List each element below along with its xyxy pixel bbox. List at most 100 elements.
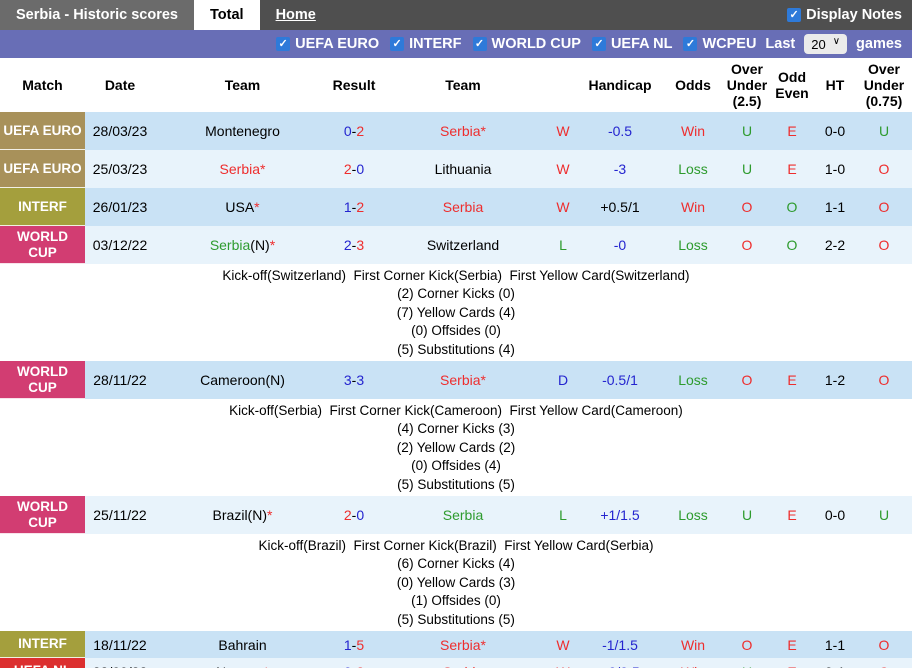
over-under-2-5-value: O: [724, 226, 770, 264]
over-under-2-5-value: O: [724, 188, 770, 226]
competition-filters: ✓UEFA EURO✓INTERF✓WORLD CUP✓UEFA NL✓WCPE…: [276, 36, 756, 52]
filter-bar: ✓UEFA EURO✓INTERF✓WORLD CUP✓UEFA NL✓WCPE…: [0, 30, 912, 58]
away-team: Serbia*: [378, 631, 548, 658]
wdl-result: L: [548, 226, 578, 264]
competition-badge: INTERF: [0, 188, 85, 226]
over-under-0-75-value: O: [856, 361, 912, 399]
odds-result: Loss: [662, 361, 724, 399]
home-team: USA*: [155, 188, 330, 226]
wdl-result: W: [548, 631, 578, 658]
odd-even-value: E: [770, 496, 814, 534]
over-under-0-75-value: U: [856, 496, 912, 534]
wdl-result: D: [548, 361, 578, 399]
odds-result: Loss: [662, 496, 724, 534]
notes-line: (5) Substitutions (5): [0, 476, 912, 494]
over-under-2-5-value: U: [724, 150, 770, 188]
competition-filter-label: UEFA NL: [611, 36, 673, 52]
checkbox-checked-icon[interactable]: ✓: [276, 37, 290, 51]
handicap-value: -0.5/1: [578, 361, 662, 399]
competition-filter-interf[interactable]: ✓INTERF: [390, 36, 461, 52]
competition-filter-wcpeu[interactable]: ✓ WCPEU: [683, 36, 756, 52]
score: 2-0: [330, 496, 378, 534]
notes-header-line: Kick-off(Serbia) First Corner Kick(Camer…: [0, 402, 912, 420]
odd-even-value: E: [770, 658, 814, 668]
match-date: 26/01/23: [85, 188, 155, 226]
checkbox-checked-icon[interactable]: ✓: [787, 8, 801, 22]
checkbox-checked-icon[interactable]: ✓: [390, 37, 404, 51]
header-result: Result: [330, 58, 378, 112]
odd-even-value: E: [770, 150, 814, 188]
over-under-0-75-value: U: [856, 112, 912, 150]
away-team: Serbia: [378, 188, 548, 226]
match-date: 25/03/23: [85, 150, 155, 188]
competition-filter-uefa-euro[interactable]: ✓UEFA EURO: [276, 36, 379, 52]
notes-line: (6) Corner Kicks (4): [0, 555, 912, 573]
header-odd-even: Odd Even: [770, 58, 814, 112]
match-date: 03/12/22: [85, 226, 155, 264]
tab-total[interactable]: Total: [194, 0, 260, 30]
odds-result: Loss: [662, 150, 724, 188]
competition-badge: WORLD CUP: [0, 496, 85, 534]
half-time-score: 2-2: [814, 226, 856, 264]
notes-row: Kick-off(Brazil) First Corner Kick(Brazi…: [0, 534, 912, 631]
header-wdl: [548, 58, 578, 112]
competition-label: INTERF: [0, 631, 85, 658]
page-title-tab: Serbia - Historic scores: [0, 0, 194, 30]
competition-filter-world-cup[interactable]: ✓WORLD CUP: [473, 36, 581, 52]
odds-result: Win: [662, 658, 724, 668]
over-under-0-75-value: O: [856, 226, 912, 264]
competition-filter-label: WCPEU: [702, 36, 756, 52]
match-row: UEFA NL28/09/22Norway*0-2SerbiaW+0/0.5Wi…: [0, 658, 912, 668]
chevron-down-icon: ∨: [833, 37, 840, 47]
wdl-result: W: [548, 658, 578, 668]
games-count-value: 20: [811, 37, 825, 52]
header-match: Match: [0, 58, 85, 112]
odds-result: Loss: [662, 226, 724, 264]
header-team1: Team: [155, 58, 330, 112]
over-under-2-5-value: O: [724, 361, 770, 399]
score: 1-5: [330, 631, 378, 658]
away-team: Serbia: [378, 496, 548, 534]
over-under-0-75-value: O: [856, 631, 912, 658]
away-team: Serbia: [378, 658, 548, 668]
over-under-0-75-value: O: [856, 188, 912, 226]
wdl-result: W: [548, 112, 578, 150]
results-table-body: UEFA EURO28/03/23Montenegro0-2Serbia*W-0…: [0, 112, 912, 668]
odd-even-value: E: [770, 361, 814, 399]
tab-home[interactable]: Home: [260, 0, 332, 30]
notes-header-line: Kick-off(Switzerland) First Corner Kick(…: [0, 267, 912, 285]
header-date: Date: [85, 58, 155, 112]
odds-result: Win: [662, 188, 724, 226]
header-odds: Odds: [662, 58, 724, 112]
games-count-select[interactable]: 20 ∨: [804, 34, 847, 54]
notes-row: Kick-off(Switzerland) First Corner Kick(…: [0, 264, 912, 361]
display-notes-label: Display Notes: [806, 7, 902, 23]
display-notes-toggle[interactable]: ✓ Display Notes: [787, 0, 912, 30]
handicap-value: -0: [578, 226, 662, 264]
notes-line: (5) Substitutions (4): [0, 341, 912, 359]
checkbox-checked-icon[interactable]: ✓: [683, 37, 697, 51]
score: 0-2: [330, 658, 378, 668]
header-team2: Team: [378, 58, 548, 112]
away-team: Lithuania: [378, 150, 548, 188]
over-under-2-5-value: U: [724, 658, 770, 668]
competition-filter-uefa-nl[interactable]: ✓ UEFA NL: [592, 36, 673, 52]
handicap-value: -1/1.5: [578, 631, 662, 658]
odd-even-value: E: [770, 112, 814, 150]
notes-line: (0) Yellow Cards (3): [0, 574, 912, 592]
checkbox-checked-icon[interactable]: ✓: [473, 37, 487, 51]
notes-line: (1) Offsides (0): [0, 592, 912, 610]
handicap-value: -0.5: [578, 112, 662, 150]
match-date: 28/11/22: [85, 361, 155, 399]
match-row: UEFA EURO25/03/23Serbia*2-0LithuaniaW-3L…: [0, 150, 912, 188]
notes-line: (2) Yellow Cards (2): [0, 439, 912, 457]
match-row: INTERF18/11/22Bahrain1-5Serbia*W-1/1.5Wi…: [0, 631, 912, 658]
competition-label: WORLD CUP: [0, 361, 85, 399]
match-row: WORLD CUP28/11/22Cameroon(N)3-3Serbia*D-…: [0, 361, 912, 399]
notes-line: (7) Yellow Cards (4): [0, 304, 912, 322]
half-time-score: 1-0: [814, 150, 856, 188]
away-team: Serbia*: [378, 361, 548, 399]
checkbox-checked-icon[interactable]: ✓: [592, 37, 606, 51]
match-row: WORLD CUP03/12/22Serbia(N)*2-3Switzerlan…: [0, 226, 912, 264]
over-under-0-75-value: O: [856, 150, 912, 188]
